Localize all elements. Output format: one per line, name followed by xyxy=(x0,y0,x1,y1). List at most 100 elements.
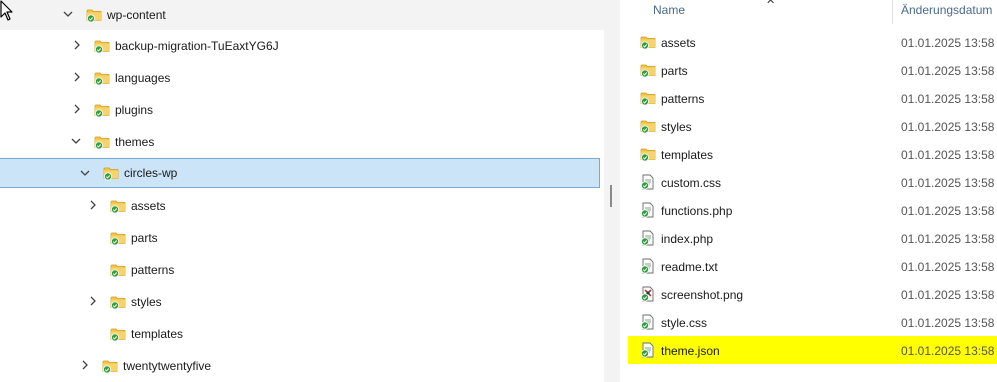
file-list: ✕ Name Änderungsdatum assets 01.01.2025 … xyxy=(620,0,997,382)
sort-indicator-icon: ✕ xyxy=(766,0,776,7)
folder-synced-icon xyxy=(94,70,110,86)
tree-item-label: plugins xyxy=(115,103,154,117)
tree-item-templates[interactable]: templates xyxy=(0,319,604,349)
folder-synced-icon xyxy=(86,7,102,23)
file-name: screenshot.png xyxy=(661,288,744,302)
tree-item-circles-wp[interactable]: circles-wp xyxy=(0,158,600,188)
tree-item-assets[interactable]: assets xyxy=(0,191,604,221)
file-synced-icon xyxy=(640,202,656,218)
file-synced-icon xyxy=(640,342,656,358)
image-file-synced-icon xyxy=(640,286,656,302)
tree-item-parts[interactable]: parts xyxy=(0,223,604,253)
file-name: theme.json xyxy=(661,344,720,358)
file-date: 01.01.2025 13:58 xyxy=(901,120,995,134)
file-name: functions.php xyxy=(661,204,733,218)
chevron-right-icon[interactable] xyxy=(72,72,82,82)
tree-item-label: themes xyxy=(115,135,155,149)
chevron-down-icon[interactable] xyxy=(80,168,90,178)
chevron-right-icon[interactable] xyxy=(80,360,90,370)
tree-item-label: circles-wp xyxy=(124,166,178,180)
folder-synced-icon xyxy=(640,118,656,134)
list-item[interactable]: patterns 01.01.2025 13:58 xyxy=(620,84,997,112)
folder-synced-icon xyxy=(640,34,656,50)
file-date: 01.01.2025 13:58 xyxy=(901,64,995,78)
tree-item-label: languages xyxy=(115,71,171,85)
folder-synced-icon xyxy=(110,198,126,214)
file-date: 01.01.2025 13:58 xyxy=(901,92,995,106)
file-date: 01.01.2025 13:58 xyxy=(901,176,995,190)
tree-item-label: assets xyxy=(131,199,166,213)
column-header-date[interactable]: Änderungsdatum xyxy=(901,3,992,17)
tree-item-label: twentytwentyfive xyxy=(123,359,212,373)
folder-synced-icon xyxy=(110,294,126,310)
tree-item-label: styles xyxy=(131,295,162,309)
file-name: patterns xyxy=(661,92,705,106)
file-date: 01.01.2025 13:58 xyxy=(901,288,995,302)
file-name: parts xyxy=(661,64,688,78)
file-synced-icon xyxy=(640,174,656,190)
list-item[interactable]: index.php 01.01.2025 13:58 xyxy=(620,224,997,252)
list-item[interactable]: readme.txt 01.01.2025 13:58 xyxy=(620,252,997,280)
file-date: 01.01.2025 13:58 xyxy=(901,36,995,50)
tree-item-label: wp-content xyxy=(107,8,166,22)
list-item[interactable]: custom.css 01.01.2025 13:58 xyxy=(620,168,997,196)
splitter-grip[interactable] xyxy=(610,185,612,207)
list-item[interactable]: functions.php 01.01.2025 13:58 xyxy=(620,196,997,224)
list-item[interactable]: screenshot.png 01.01.2025 13:58 xyxy=(620,280,997,308)
file-name: readme.txt xyxy=(661,260,718,274)
column-header-name[interactable]: Name xyxy=(653,3,685,17)
folder-synced-icon xyxy=(640,90,656,106)
column-divider[interactable] xyxy=(892,0,893,24)
folder-synced-icon xyxy=(103,165,119,181)
chevron-right-icon[interactable] xyxy=(88,200,98,210)
mouse-cursor-icon xyxy=(0,0,14,22)
folder-synced-icon xyxy=(110,262,126,278)
tree-item-label: patterns xyxy=(131,263,175,277)
file-name: style.css xyxy=(661,316,708,330)
tree-item-twentytwentyfive[interactable]: twentytwentyfive xyxy=(0,351,604,381)
folder-synced-icon xyxy=(110,230,126,246)
chevron-right-icon[interactable] xyxy=(72,104,82,114)
chevron-right-icon[interactable] xyxy=(72,40,82,50)
file-name: index.php xyxy=(661,232,714,246)
tree-item-wp-content[interactable]: wp-content xyxy=(0,0,604,30)
list-item[interactable]: assets 01.01.2025 13:58 xyxy=(620,28,997,56)
list-item[interactable]: style.css 01.01.2025 13:58 xyxy=(620,308,997,336)
chevron-down-icon[interactable] xyxy=(71,136,81,146)
pane-splitter[interactable] xyxy=(604,0,620,382)
folder-synced-icon xyxy=(102,358,118,374)
navigation-tree: wp-content backup-migration-TuEaxtYG6J l… xyxy=(0,0,604,382)
tree-item-styles[interactable]: styles xyxy=(0,287,604,317)
file-date: 01.01.2025 13:58 xyxy=(901,344,995,358)
file-date: 01.01.2025 13:58 xyxy=(901,316,995,330)
tree-item-patterns[interactable]: patterns xyxy=(0,255,604,285)
tree-item-plugins[interactable]: plugins xyxy=(0,95,604,125)
folder-synced-icon xyxy=(94,38,110,54)
file-name: assets xyxy=(661,36,696,50)
tree-item-themes[interactable]: themes xyxy=(0,127,604,157)
folder-synced-icon xyxy=(640,62,656,78)
file-date: 01.01.2025 13:58 xyxy=(901,232,995,246)
file-name: custom.css xyxy=(661,176,722,190)
file-date: 01.01.2025 13:58 xyxy=(901,260,995,274)
list-item[interactable]: templates 01.01.2025 13:58 xyxy=(620,140,997,168)
file-synced-icon xyxy=(640,230,656,246)
folder-synced-icon xyxy=(640,146,656,162)
file-synced-icon xyxy=(640,314,656,330)
tree-item-label: backup-migration-TuEaxtYG6J xyxy=(115,39,279,53)
tree-item-languages[interactable]: languages xyxy=(0,63,604,93)
chevron-down-icon[interactable] xyxy=(63,9,73,19)
folder-synced-icon xyxy=(94,102,110,118)
folder-synced-icon xyxy=(110,326,126,342)
tree-item-backup-migration[interactable]: backup-migration-TuEaxtYG6J xyxy=(0,31,604,61)
folder-synced-icon xyxy=(94,134,110,150)
file-name: templates xyxy=(661,148,714,162)
tree-item-label: templates xyxy=(131,327,184,341)
list-item[interactable]: parts 01.01.2025 13:58 xyxy=(620,56,997,84)
file-date: 01.01.2025 13:58 xyxy=(901,204,995,218)
file-date: 01.01.2025 13:58 xyxy=(901,148,995,162)
list-item[interactable]: styles 01.01.2025 13:58 xyxy=(620,112,997,140)
list-item-highlighted[interactable]: theme.json 01.01.2025 13:58 xyxy=(628,336,997,364)
chevron-right-icon[interactable] xyxy=(88,296,98,306)
file-synced-icon xyxy=(640,258,656,274)
